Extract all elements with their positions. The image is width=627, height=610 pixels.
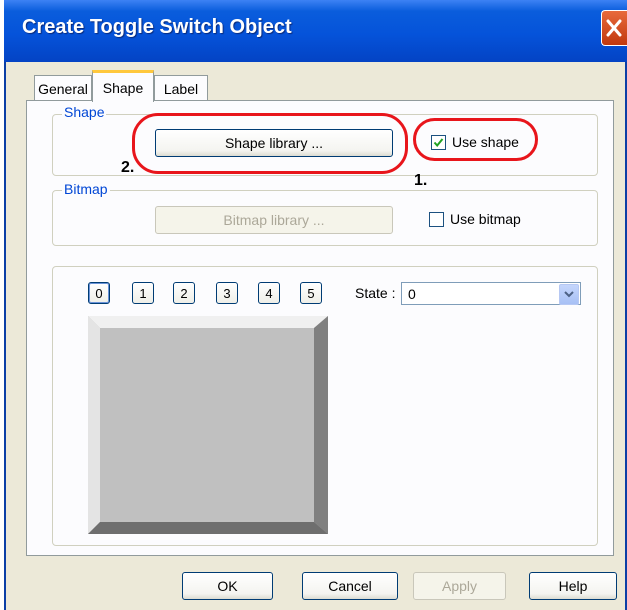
help-button[interactable]: Help [529,572,617,600]
close-button[interactable] [601,10,627,46]
state-select[interactable]: 0 [401,282,581,305]
state-select-value: 0 [408,286,416,302]
annotation-circle-use-shape [413,118,538,161]
tab-label[interactable]: Label [154,75,208,101]
bitmap-library-button[interactable]: Bitmap library ... [155,206,393,234]
tab-general[interactable]: General [34,75,92,101]
apply-button[interactable]: Apply [413,572,506,600]
state-button-2[interactable]: 2 [173,282,195,304]
shape-preview [88,316,328,534]
state-button-4[interactable]: 4 [258,282,280,304]
dropdown-arrow[interactable] [559,284,579,305]
annotation-circle-shape-library [132,113,408,174]
state-button-1[interactable]: 1 [132,282,154,304]
shape-group-label: Shape [62,104,107,120]
use-bitmap-checkbox[interactable] [429,212,444,227]
state-label: State : [355,285,396,301]
ok-button[interactable]: OK [182,572,273,600]
window-title: Create Toggle Switch Object [22,16,292,38]
bitmap-group-label: Bitmap [62,181,110,197]
use-bitmap-label[interactable]: Use bitmap [450,211,521,227]
annotation-step-1: 1. [414,172,428,189]
state-button-3[interactable]: 3 [216,282,238,304]
close-icon [606,19,622,37]
cancel-button[interactable]: Cancel [302,572,398,600]
annotation-step-2: 2. [121,159,135,176]
tab-shape[interactable]: Shape [92,70,154,102]
state-button-0[interactable]: 0 [88,282,110,304]
chevron-down-icon [564,291,574,298]
state-button-5[interactable]: 5 [300,282,322,304]
